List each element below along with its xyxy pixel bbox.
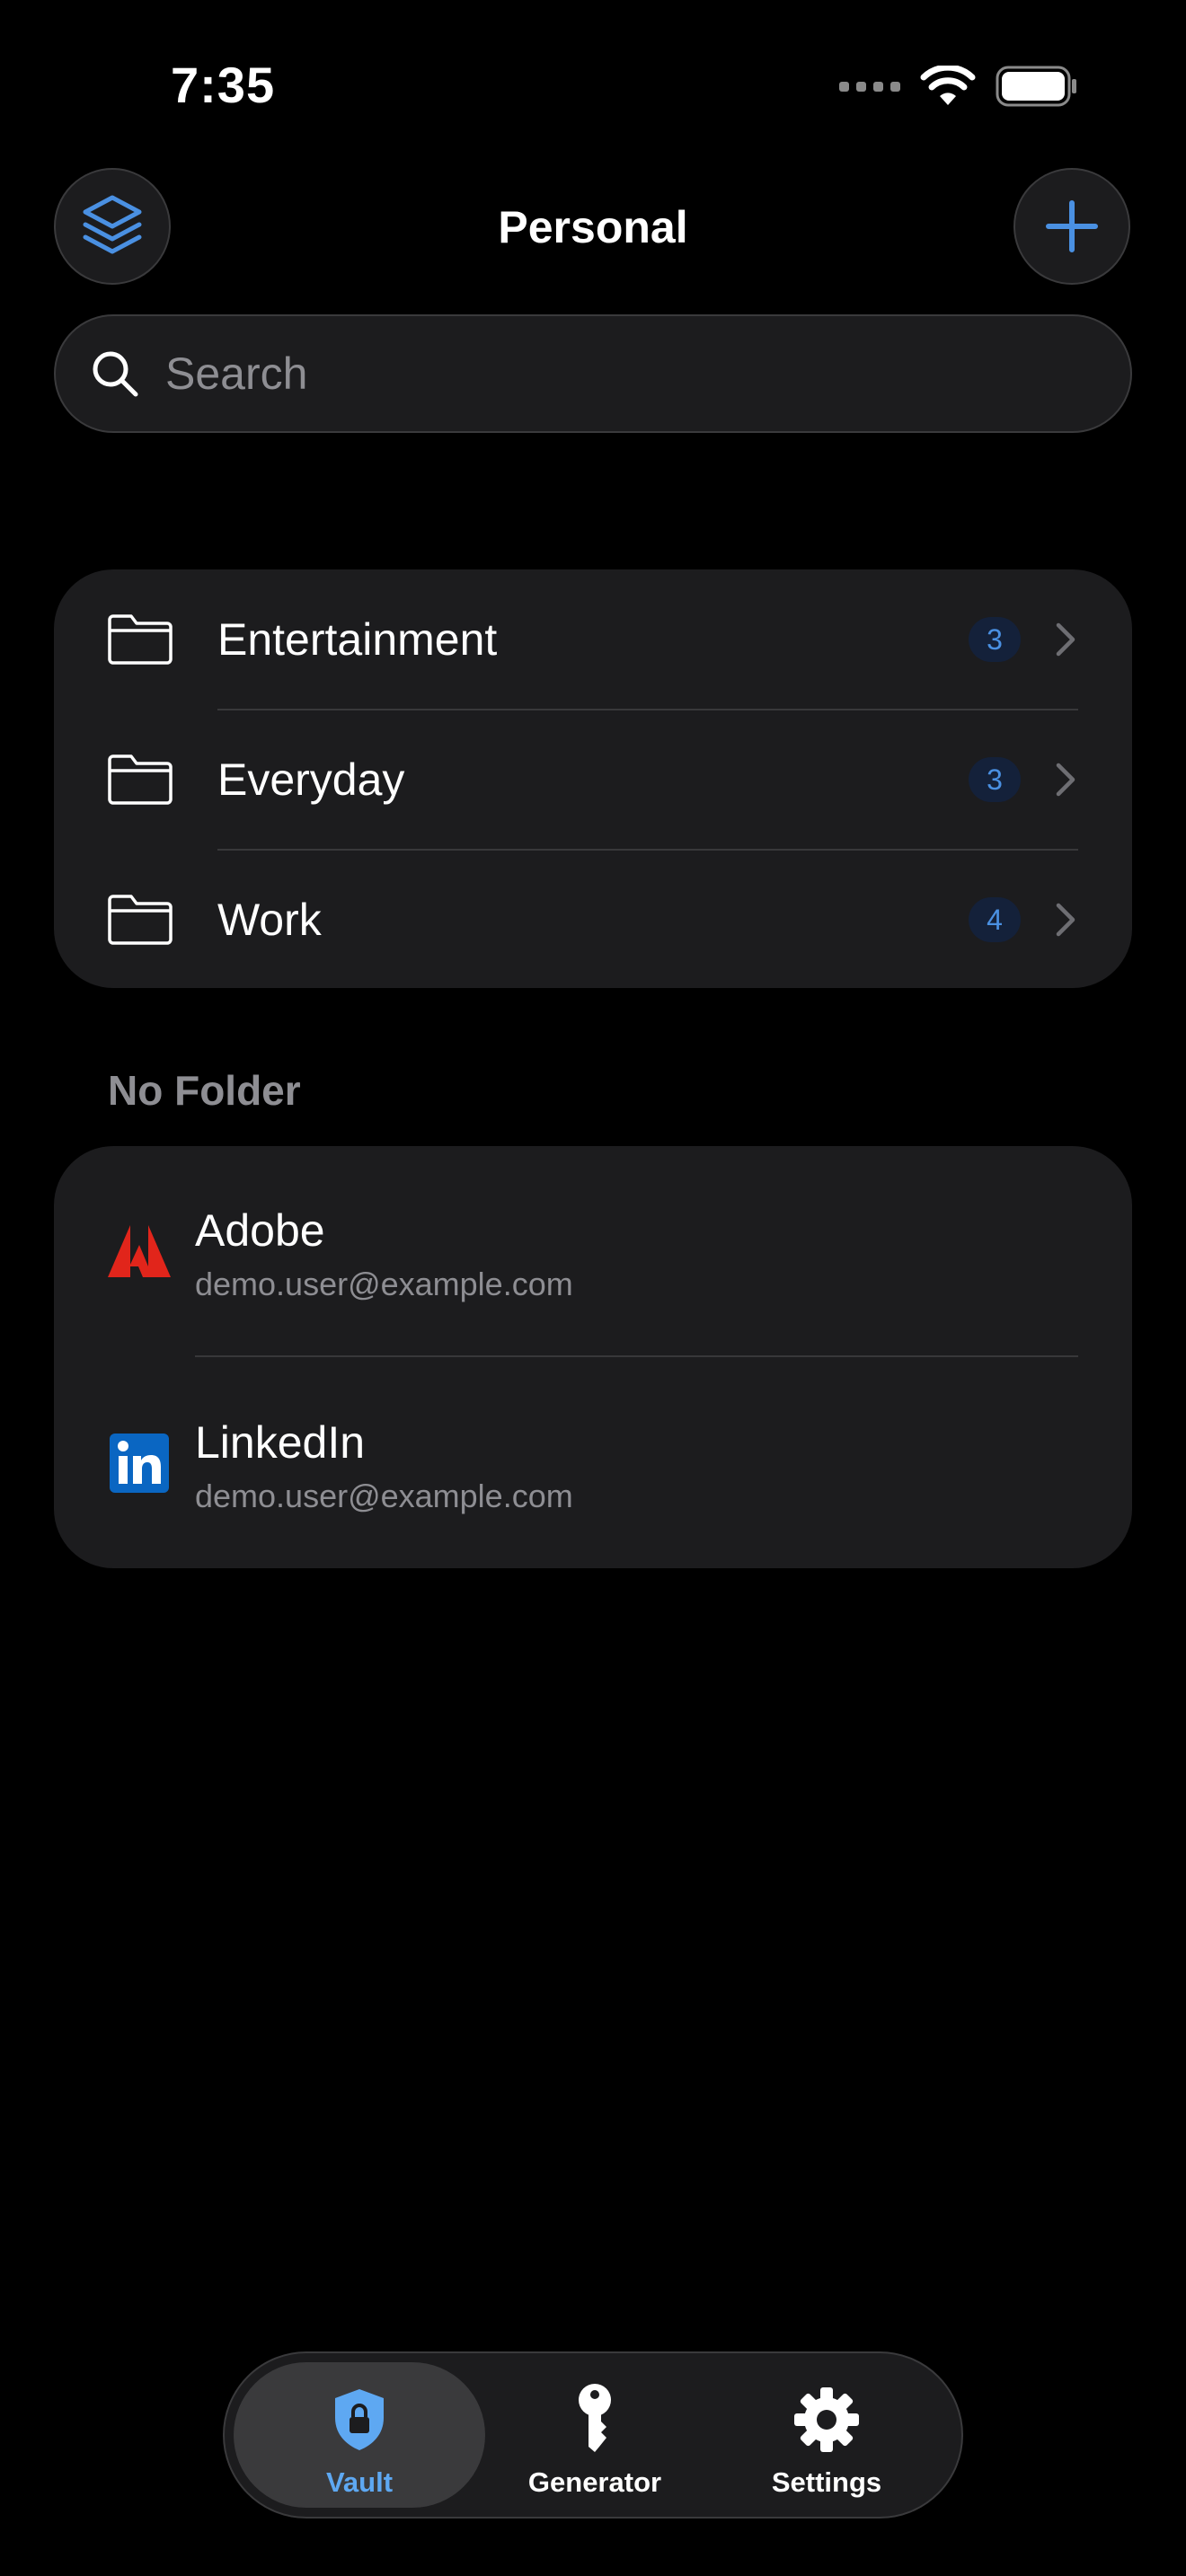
- add-item-button[interactable]: [1013, 168, 1130, 285]
- cellular-signal-icon: [839, 81, 900, 92]
- tab-label: Settings: [771, 2466, 882, 2498]
- section-title-no-folder: No Folder: [108, 1067, 301, 1114]
- row-divider: [195, 1355, 1078, 1357]
- folder-count-badge: 4: [969, 897, 1021, 942]
- chevron-right-icon: [1056, 903, 1075, 937]
- gear-icon: [794, 2387, 859, 2452]
- plus-icon: [1046, 200, 1098, 252]
- battery-icon: [996, 66, 1076, 107]
- search-icon: [93, 351, 138, 397]
- folder-label: Entertainment: [217, 614, 498, 665]
- folders-list: Entertainment 3 Everyday 3 Work 4: [54, 569, 1132, 988]
- tab-settings[interactable]: Settings: [701, 2362, 952, 2508]
- chevron-right-icon: [1056, 622, 1075, 657]
- tab-generator[interactable]: Generator: [469, 2362, 721, 2508]
- folder-icon: [108, 895, 173, 945]
- item-username: demo.user@example.com: [195, 1478, 573, 1514]
- chevron-right-icon: [1056, 763, 1075, 797]
- folder-label: Work: [217, 895, 322, 945]
- tab-label: Generator: [527, 2466, 662, 2498]
- folder-count-badge: 3: [969, 617, 1021, 662]
- tab-bar: Vault Generator Settings: [223, 2351, 963, 2519]
- folder-icon: [108, 754, 173, 805]
- status-time: 7:35: [171, 57, 276, 113]
- page-title: Personal: [498, 202, 688, 252]
- folder-icon: [108, 614, 173, 665]
- item-name: LinkedIn: [195, 1417, 366, 1468]
- item-name: Adobe: [195, 1205, 325, 1256]
- search-bar[interactable]: [54, 314, 1132, 433]
- adobe-logo-icon: [108, 1225, 171, 1277]
- search-input[interactable]: [165, 338, 1064, 410]
- folder-row-work[interactable]: Work 4: [54, 850, 1132, 990]
- key-icon: [579, 2384, 611, 2452]
- tab-vault[interactable]: Vault: [234, 2362, 485, 2508]
- tab-label: Vault: [325, 2466, 394, 2498]
- item-username: demo.user@example.com: [195, 1266, 573, 1302]
- folder-label: Everyday: [217, 754, 405, 805]
- folder-row-everyday[interactable]: Everyday 3: [54, 710, 1132, 850]
- vault-item-adobe[interactable]: Adobe demo.user@example.com: [54, 1146, 1132, 1356]
- linkedin-logo-icon: [110, 1434, 169, 1493]
- status-indicators: [839, 65, 1078, 108]
- shield-lock-icon: [335, 2389, 384, 2450]
- no-folder-items-list: Adobe demo.user@example.com LinkedIn dem…: [54, 1146, 1132, 1568]
- folder-count-badge: 3: [969, 757, 1021, 802]
- wifi-icon: [920, 66, 976, 105]
- vault-item-linkedin[interactable]: LinkedIn demo.user@example.com: [54, 1358, 1132, 1568]
- folder-row-entertainment[interactable]: Entertainment 3: [54, 569, 1132, 710]
